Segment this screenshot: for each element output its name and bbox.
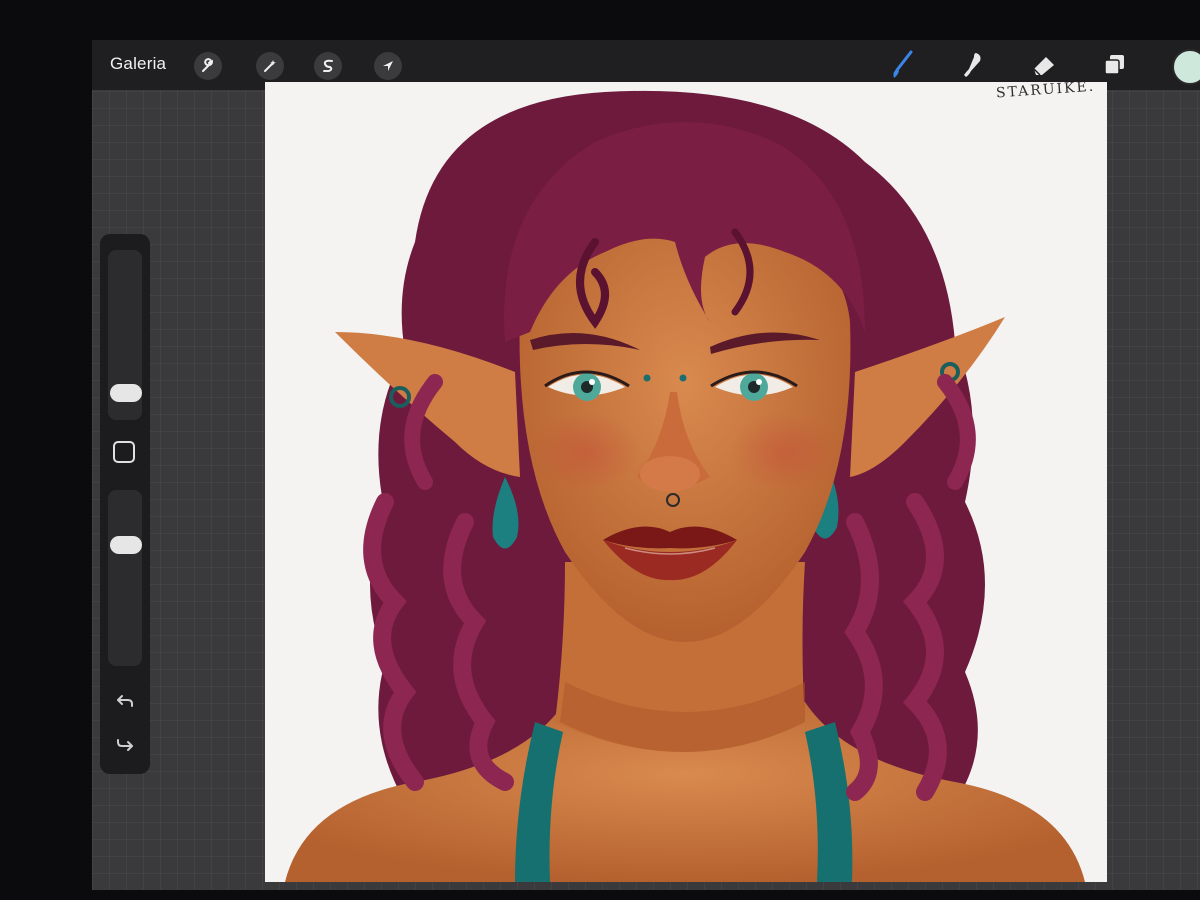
arrow-cursor-icon[interactable]	[374, 52, 402, 80]
gallery-button[interactable]: Galeria	[110, 54, 166, 74]
drawing-canvas[interactable]: STARUIKE.	[265, 82, 1107, 882]
smudge-finger-icon[interactable]	[954, 47, 990, 83]
elf-portrait-artwork	[285, 90, 1085, 882]
opacity-slider[interactable]	[108, 490, 142, 666]
brush-icon[interactable]	[884, 47, 920, 83]
modify-button[interactable]	[113, 441, 135, 463]
left-sidebar	[100, 234, 150, 774]
color-picker-swatch[interactable]	[1172, 49, 1200, 85]
opacity-slider-thumb[interactable]	[110, 536, 142, 554]
brush-size-slider-thumb[interactable]	[110, 384, 142, 402]
eraser-icon[interactable]	[1026, 47, 1062, 83]
wrench-icon[interactable]	[194, 52, 222, 80]
undo-arrow-icon[interactable]	[112, 688, 138, 714]
magic-wand-icon[interactable]	[256, 52, 284, 80]
redo-arrow-icon[interactable]	[112, 730, 138, 756]
selection-s-icon[interactable]	[314, 52, 342, 80]
brush-size-slider[interactable]	[108, 250, 142, 420]
layers-icon[interactable]	[1097, 47, 1133, 83]
